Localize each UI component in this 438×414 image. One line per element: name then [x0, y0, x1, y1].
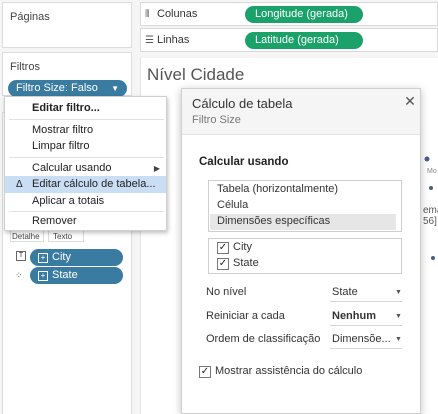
chevron-down-icon: ▼ [395, 313, 402, 320]
marks-detail-label: Detalhe [12, 232, 40, 241]
rows-shelf[interactable]: ☰ Linhas Latitude (gerada) [140, 28, 438, 52]
menu-item-edit-table-calc[interactable]: Δ Editar cálculo de tabela... [5, 176, 166, 193]
columns-icon: ⦀ [145, 9, 150, 20]
menu-item-show-filter[interactable]: Mostrar filtro [5, 122, 166, 139]
columns-shelf[interactable]: ⦀ Colunas Longitude (gerada) [140, 2, 438, 26]
menu-item-edit-filter[interactable]: Editar filtro... [5, 100, 166, 117]
select-underline [330, 301, 402, 302]
table-calc-dialog: Cálculo de tabela Filtro Size ✕ Calcular… [181, 88, 421, 414]
sort-order-label: Ordem de classificação [206, 333, 321, 345]
select-underline [330, 325, 402, 326]
columns-pill[interactable]: Longitude (gerada) [245, 6, 363, 23]
dots-icon: ⁘ [15, 270, 22, 280]
menu-item-edit-table-calc-label: Editar cálculo de tabela... [32, 178, 156, 190]
menu-divider [9, 119, 164, 120]
menu-item-compute-using[interactable]: Calcular usando ▶ [5, 160, 166, 177]
map-point [431, 256, 435, 260]
pages-card: Páginas [2, 2, 132, 48]
context-menu: Editar filtro... Mostrar filtro Limpar f… [4, 96, 167, 231]
columns-shelf-label: ⦀ Colunas [145, 8, 198, 20]
at-level-value: State [332, 286, 358, 298]
map-point [429, 186, 433, 190]
dialog-header[interactable]: Cálculo de tabela Filtro Size ✕ [182, 89, 420, 135]
chevron-down-icon: ▼ [395, 289, 402, 296]
restart-every-value: Nenhum [332, 310, 376, 322]
compute-using-list[interactable]: Tabela (horizontalmente) Célula Dimensõe… [208, 180, 402, 232]
map-point [424, 156, 430, 162]
dialog-title: Cálculo de tabela [192, 96, 293, 111]
chevron-down-icon[interactable]: ▼ [111, 80, 119, 97]
rows-shelf-label: ☰ Linhas [145, 34, 190, 46]
filters-title: Filtros [10, 61, 40, 73]
at-level-label: No nível [206, 286, 247, 298]
show-assistance-label: Mostrar assistência do cálculo [215, 365, 363, 377]
field-pill-state[interactable]: + State [30, 267, 123, 284]
restart-every-label: Reiniciar a cada [206, 310, 285, 322]
field-pill-city[interactable]: + City [30, 249, 123, 266]
dimension-state-label: State [233, 257, 259, 269]
rows-pill[interactable]: Latitude (gerada) [245, 32, 363, 49]
option-table-across[interactable]: Tabela (horizontalmente) [217, 183, 338, 195]
expand-icon[interactable]: + [38, 253, 48, 263]
marks-text-label: Texto [53, 232, 73, 241]
menu-divider [9, 157, 164, 158]
dimension-city-checkbox[interactable]: ✓ [217, 242, 229, 254]
option-specific-dimensions[interactable]: Dimensões específicas [217, 215, 330, 227]
rows-icon: ☰ [145, 35, 154, 46]
select-underline [330, 348, 402, 349]
compute-using-label: Calcular usando [199, 156, 289, 168]
menu-divider [9, 211, 164, 212]
dimensions-list: ✓ City ✓ State [208, 238, 402, 274]
expand-icon[interactable]: + [38, 271, 48, 281]
field-state-label: State [52, 269, 78, 281]
menu-item-remove[interactable]: Remover [5, 213, 166, 230]
close-icon[interactable]: ✕ [403, 94, 417, 108]
filter-pill[interactable]: Filtro Size: Falso ▼ [8, 80, 127, 97]
menu-item-compute-using-label: Calcular usando [32, 162, 112, 174]
sort-order-value: Dimensõe... [332, 333, 391, 345]
dimension-city-label: City [233, 241, 252, 253]
field-city-label: City [52, 251, 71, 263]
chevron-right-icon: ▶ [153, 164, 160, 173]
menu-item-apply-totals[interactable]: Aplicar a totais [5, 193, 166, 210]
pages-title: Páginas [10, 11, 50, 23]
text-icon: T [16, 251, 26, 261]
menu-item-clear-filter[interactable]: Limpar filtro [5, 138, 166, 155]
dimension-state-checkbox[interactable]: ✓ [217, 258, 229, 270]
option-cell[interactable]: Célula [217, 199, 248, 211]
dialog-subtitle: Filtro Size [192, 114, 241, 126]
chevron-down-icon: ▼ [395, 336, 402, 343]
filter-pill-label: Filtro Size: Falso [16, 82, 98, 94]
show-assistance-checkbox[interactable]: ✓ [199, 366, 211, 378]
delta-icon: Δ [16, 179, 23, 190]
